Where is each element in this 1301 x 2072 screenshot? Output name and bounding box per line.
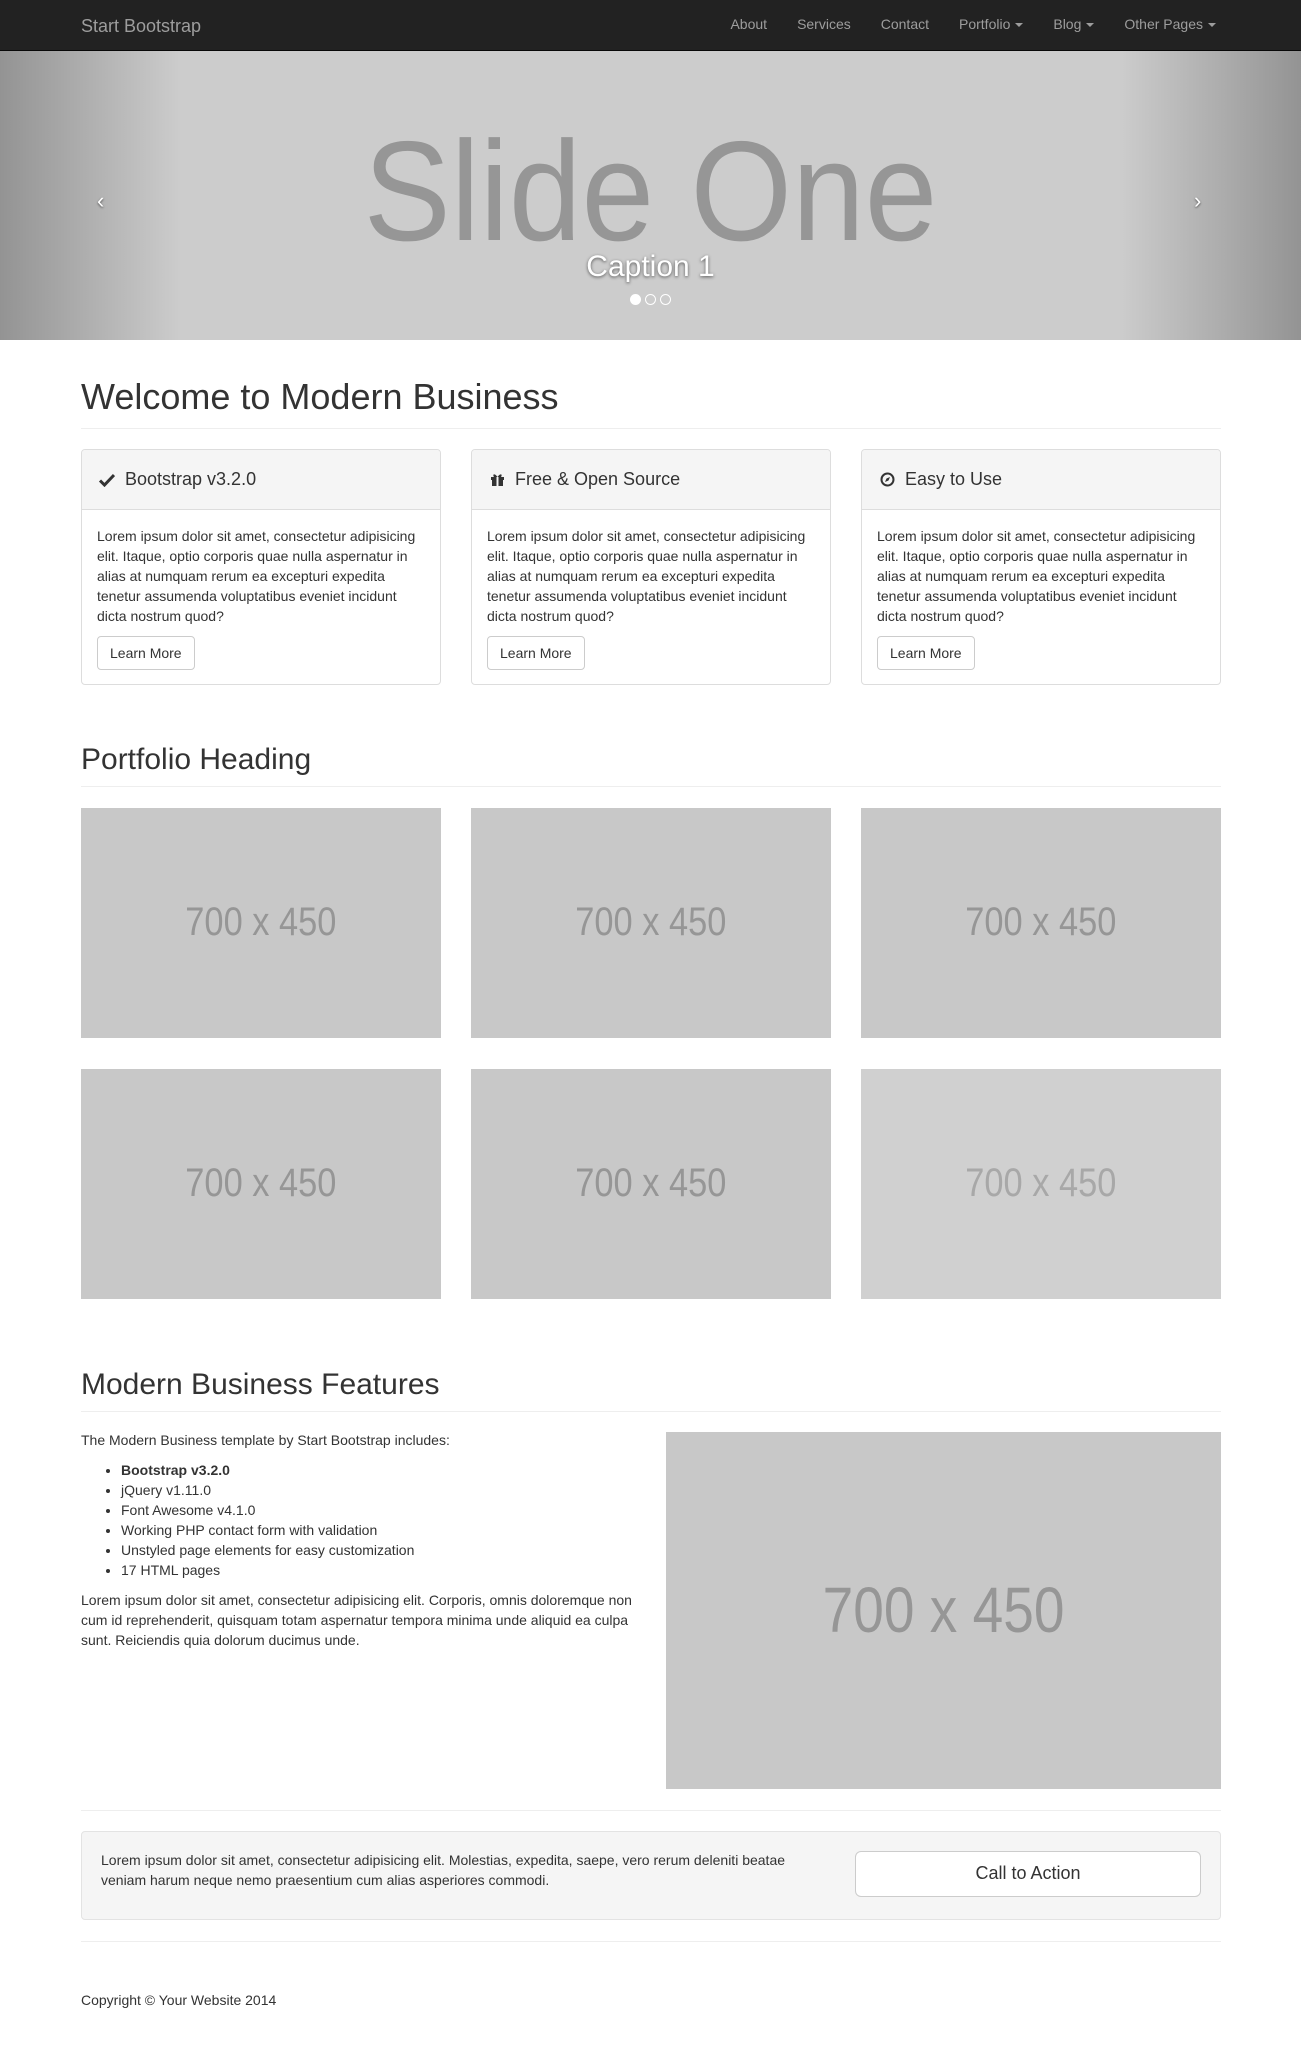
nav-item-label: About — [730, 16, 768, 32]
check-icon — [98, 471, 116, 489]
list-item: 17 HTML pages — [121, 1560, 641, 1580]
portfolio-header: Portfolio Heading — [81, 743, 1221, 787]
features-list: Bootstrap v3.2.0 jQuery v1.11.0 Font Awe… — [121, 1460, 641, 1580]
nav-item-label: Portfolio — [959, 16, 1011, 32]
portfolio-item[interactable]: 700 x 450 — [81, 808, 441, 1038]
learn-more-button[interactable]: Learn More — [877, 636, 975, 670]
navbar-menu: About Services Contact Portfolio Blog Ot… — [715, 0, 1231, 50]
call-to-action-button[interactable]: Call to Action — [855, 1851, 1201, 1897]
caret-down-icon — [1086, 22, 1095, 27]
portfolio-item[interactable]: 700 x 450 — [81, 1069, 441, 1299]
nav-item-contact[interactable]: Contact — [866, 15, 944, 35]
features-paragraph: Lorem ipsum dolor sit amet, consectetur … — [81, 1592, 632, 1648]
caret-down-icon — [1015, 22, 1024, 27]
divider — [81, 1810, 1221, 1811]
panel-body: Lorem ipsum dolor sit amet, consectetur … — [862, 510, 1220, 686]
slide-placeholder-text: Slide One — [363, 112, 938, 271]
divider — [81, 1941, 1221, 1942]
caret-down-icon — [1208, 22, 1216, 27]
welcome-heading: Welcome to Modern Business — [81, 376, 559, 417]
nav-item-label: Other Pages — [1124, 16, 1203, 32]
panel-heading: Easy to Use — [862, 450, 1220, 510]
compass-icon — [878, 471, 896, 489]
top-navbar: Start Bootstrap About Services Contact P… — [0, 0, 1301, 51]
carousel-indicator[interactable] — [630, 294, 641, 305]
panel-heading: Free & Open Source — [472, 450, 830, 510]
placeholder-label: 700 x 450 — [575, 900, 727, 945]
features-text: The Modern Business template by Start Bo… — [81, 1430, 641, 1650]
panel-body: Lorem ipsum dolor sit amet, consectetur … — [82, 510, 440, 686]
list-item: Unstyled page elements for easy customiz… — [121, 1540, 641, 1560]
portfolio-item[interactable]: 700 x 450 — [861, 808, 1221, 1038]
nav-item-other-pages[interactable]: Other Pages — [1109, 15, 1231, 35]
placeholder-label: 700 x 450 — [965, 1161, 1117, 1206]
features-image: 700 x 450 — [666, 1432, 1221, 1789]
list-item: Font Awesome v4.1.0 — [121, 1500, 641, 1520]
list-item: jQuery v1.11.0 — [121, 1480, 641, 1500]
feature-panel: Easy to Use Lorem ipsum dolor sit amet, … — [861, 449, 1221, 685]
panel-title: Bootstrap v3.2.0 — [125, 468, 257, 489]
placeholder-label: 700 x 450 — [185, 1161, 337, 1206]
portfolio-item[interactable]: 700 x 450 — [861, 1069, 1221, 1299]
panel-title: Easy to Use — [905, 468, 1003, 489]
chevron-left-icon[interactable]: ‹ — [97, 185, 104, 216]
feature-panel: Free & Open Source Lorem ipsum dolor sit… — [471, 449, 831, 685]
panel-title: Free & Open Source — [515, 468, 681, 489]
feature-panel: Bootstrap v3.2.0 Lorem ipsum dolor sit a… — [81, 449, 441, 685]
features-intro: The Modern Business template by Start Bo… — [81, 1432, 450, 1448]
nav-item-portfolio[interactable]: Portfolio — [944, 15, 1038, 35]
panel-text: Lorem ipsum dolor sit amet, consectetur … — [97, 528, 416, 624]
panel-body: Lorem ipsum dolor sit amet, consectetur … — [472, 510, 830, 686]
list-item: Working PHP contact form with validation — [121, 1520, 641, 1540]
placeholder-label: 700 x 450 — [822, 1573, 1065, 1646]
learn-more-button[interactable]: Learn More — [487, 636, 585, 670]
panel-heading: Bootstrap v3.2.0 — [82, 450, 440, 510]
carousel-indicators — [0, 294, 1301, 305]
features-heading: Modern Business Features — [81, 1368, 440, 1401]
placeholder-label: 700 x 450 — [965, 900, 1117, 945]
carousel-indicator[interactable] — [660, 294, 671, 305]
learn-more-button[interactable]: Learn More — [97, 636, 195, 670]
nav-item-label: Services — [797, 16, 851, 32]
nav-item-label: Contact — [880, 16, 929, 32]
nav-item-services[interactable]: Services — [782, 15, 866, 35]
carousel-caption: Caption 1 — [586, 250, 715, 283]
list-item: Bootstrap v3.2.0 — [121, 1460, 641, 1480]
panel-text: Lorem ipsum dolor sit amet, consectetur … — [877, 528, 1196, 624]
navbar-brand[interactable]: Start Bootstrap — [81, 14, 201, 40]
panel-text: Lorem ipsum dolor sit amet, consectetur … — [487, 528, 806, 624]
nav-item-blog[interactable]: Blog — [1038, 15, 1109, 35]
portfolio-heading: Portfolio Heading — [81, 743, 312, 776]
carousel-indicator[interactable] — [645, 294, 656, 305]
welcome-header: Welcome to Modern Business — [81, 377, 1221, 429]
hero-carousel: Slide One Caption 1 ‹ › — [0, 51, 1301, 340]
features-header: Modern Business Features — [81, 1368, 1221, 1412]
portfolio-item[interactable]: 700 x 450 — [471, 808, 831, 1038]
chevron-right-icon[interactable]: › — [1194, 185, 1201, 216]
placeholder-label: 700 x 450 — [185, 900, 337, 945]
gift-icon — [488, 471, 506, 489]
call-to-action-well: Lorem ipsum dolor sit amet, consectetur … — [81, 1831, 1221, 1920]
cta-text: Lorem ipsum dolor sit amet, consectetur … — [101, 1852, 786, 1888]
footer-copyright: Copyright © Your Website 2014 — [81, 1992, 277, 2008]
nav-item-label: Blog — [1053, 16, 1082, 32]
portfolio-item[interactable]: 700 x 450 — [471, 1069, 831, 1299]
placeholder-label: 700 x 450 — [575, 1161, 727, 1206]
nav-item-about[interactable]: About — [715, 15, 782, 35]
